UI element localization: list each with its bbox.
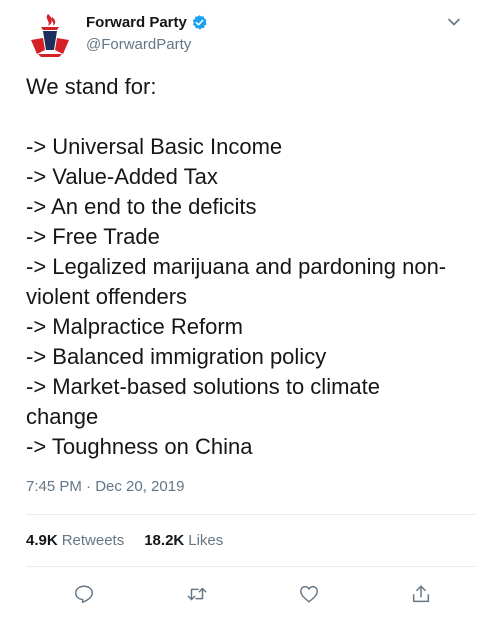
likes-label: Likes	[188, 532, 224, 549]
likes-stat[interactable]: 18.2K Likes	[144, 532, 223, 549]
divider	[26, 514, 476, 515]
divider	[26, 566, 476, 567]
tweet-text: We stand for: -> Universal Basic Income …	[26, 74, 447, 459]
retweets-label: Retweets	[61, 532, 125, 549]
reply-button[interactable]	[70, 580, 98, 608]
chevron-down-icon[interactable]	[446, 14, 462, 30]
timestamp[interactable]: 7:45 PM · Dec 20, 2019	[26, 478, 184, 495]
retweets-stat[interactable]: 4.9K Retweets	[26, 532, 124, 549]
like-icon	[300, 585, 318, 603]
engagement-stats: 4.9K Retweets 18.2K Likes	[26, 532, 243, 549]
verified-badge-icon	[192, 15, 207, 30]
share-icon	[412, 585, 430, 603]
retweet-icon	[187, 587, 207, 601]
name-row: Forward Party	[86, 14, 208, 31]
torch-logo-icon	[31, 14, 69, 57]
display-name[interactable]: Forward Party	[86, 14, 187, 31]
avatar[interactable]	[26, 11, 74, 59]
reply-icon	[75, 585, 93, 603]
tweet-header: Forward Party @ForwardParty	[26, 10, 466, 60]
retweets-count: 4.9K	[26, 532, 58, 549]
retweet-button[interactable]	[183, 580, 211, 608]
likes-count: 18.2K	[144, 532, 185, 549]
handle[interactable]: @ForwardParty	[86, 36, 191, 53]
like-button[interactable]	[295, 580, 323, 608]
share-button[interactable]	[407, 580, 435, 608]
action-bar	[26, 580, 476, 608]
